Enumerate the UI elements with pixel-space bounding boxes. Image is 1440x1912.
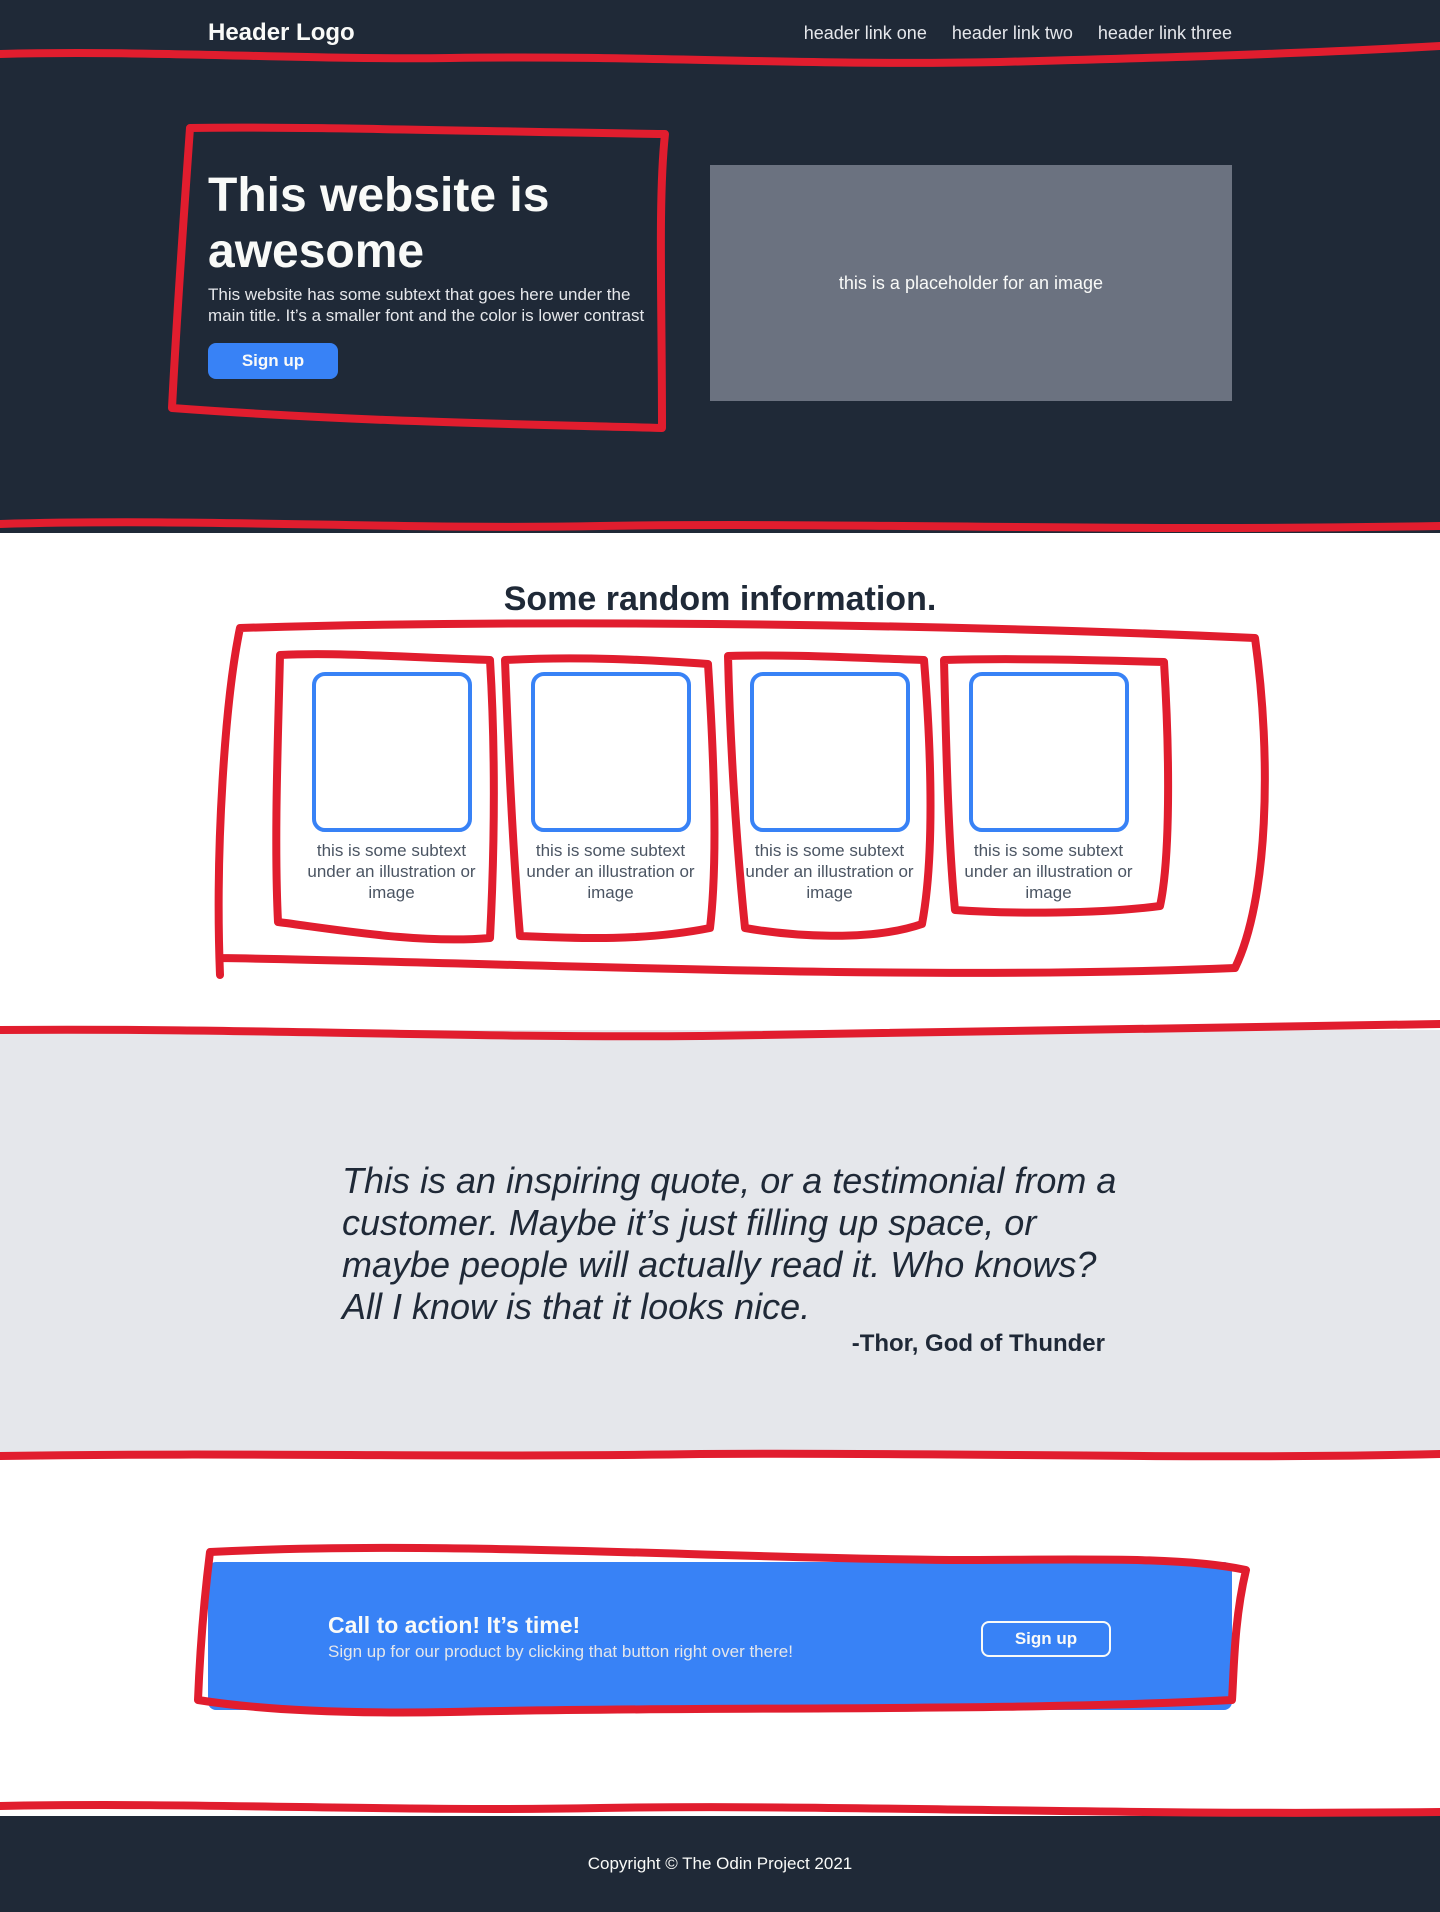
cta-subtext: Sign up for our product by clicking that… [328, 1642, 793, 1661]
quote-section: This is an inspiring quote, or a testimo… [0, 1030, 1440, 1455]
hero-text-block: This website is awesome This website has… [208, 168, 660, 379]
card-subtext: this is some subtext under an illustrati… [307, 841, 476, 902]
info-card: this is some subtext under an illustrati… [964, 672, 1133, 912]
card-subtext: this is some subtext under an illustrati… [964, 841, 1133, 902]
quote-author: -Thor, God of Thunder [851, 1330, 1105, 1357]
header-nav: Header Logo header link one header link … [208, 18, 1232, 48]
card-illustration [311, 672, 472, 832]
hero-image-placeholder: this is a placeholder for an image [710, 165, 1232, 401]
header-logo[interactable]: Header Logo [208, 19, 355, 47]
footer-copyright: Copyright © The Odin Project 2021 [587, 1854, 853, 1873]
call-to-action-box: Call to action! It’s time! Sign up for o… [208, 1562, 1232, 1710]
info-card: this is some subtext under an illustrati… [745, 672, 914, 912]
info-card: this is some subtext under an illustrati… [526, 672, 695, 912]
testimonial-quote: This is an inspiring quote, or a testimo… [342, 1160, 1117, 1327]
page: Header Logo header link one header link … [0, 0, 1440, 1912]
cta-signup-button[interactable]: Sign up [981, 1621, 1111, 1657]
annotation-line-footer [0, 1801, 1440, 1817]
hero-signup-button[interactable]: Sign up [208, 343, 338, 379]
card-illustration [530, 672, 691, 832]
card-subtext: this is some subtext under an illustrati… [745, 841, 914, 902]
card-illustration [968, 672, 1129, 832]
info-card: this is some subtext under an illustrati… [307, 672, 476, 912]
info-cards: this is some subtext under an illustrati… [307, 672, 1133, 912]
header-hero-section: Header Logo header link one header link … [0, 0, 1440, 533]
hero-title: This website is awesome [208, 169, 550, 278]
hero-image-placeholder-label: this is a placeholder for an image [838, 272, 1104, 293]
card-subtext: this is some subtext under an illustrati… [526, 841, 695, 902]
header-link-three[interactable]: header link three [1098, 23, 1232, 44]
header-link-two[interactable]: header link two [952, 23, 1073, 44]
header-links: header link one header link two header l… [804, 23, 1232, 44]
footer: Copyright © The Odin Project 2021 [0, 1816, 1440, 1912]
cta-title: Call to action! It’s time! [328, 1612, 581, 1638]
hero-subtext: This website has some subtext that goes … [208, 285, 645, 325]
card-illustration [749, 672, 910, 832]
header-link-one[interactable]: header link one [804, 23, 927, 44]
info-section-title: Some random information. [503, 580, 937, 618]
